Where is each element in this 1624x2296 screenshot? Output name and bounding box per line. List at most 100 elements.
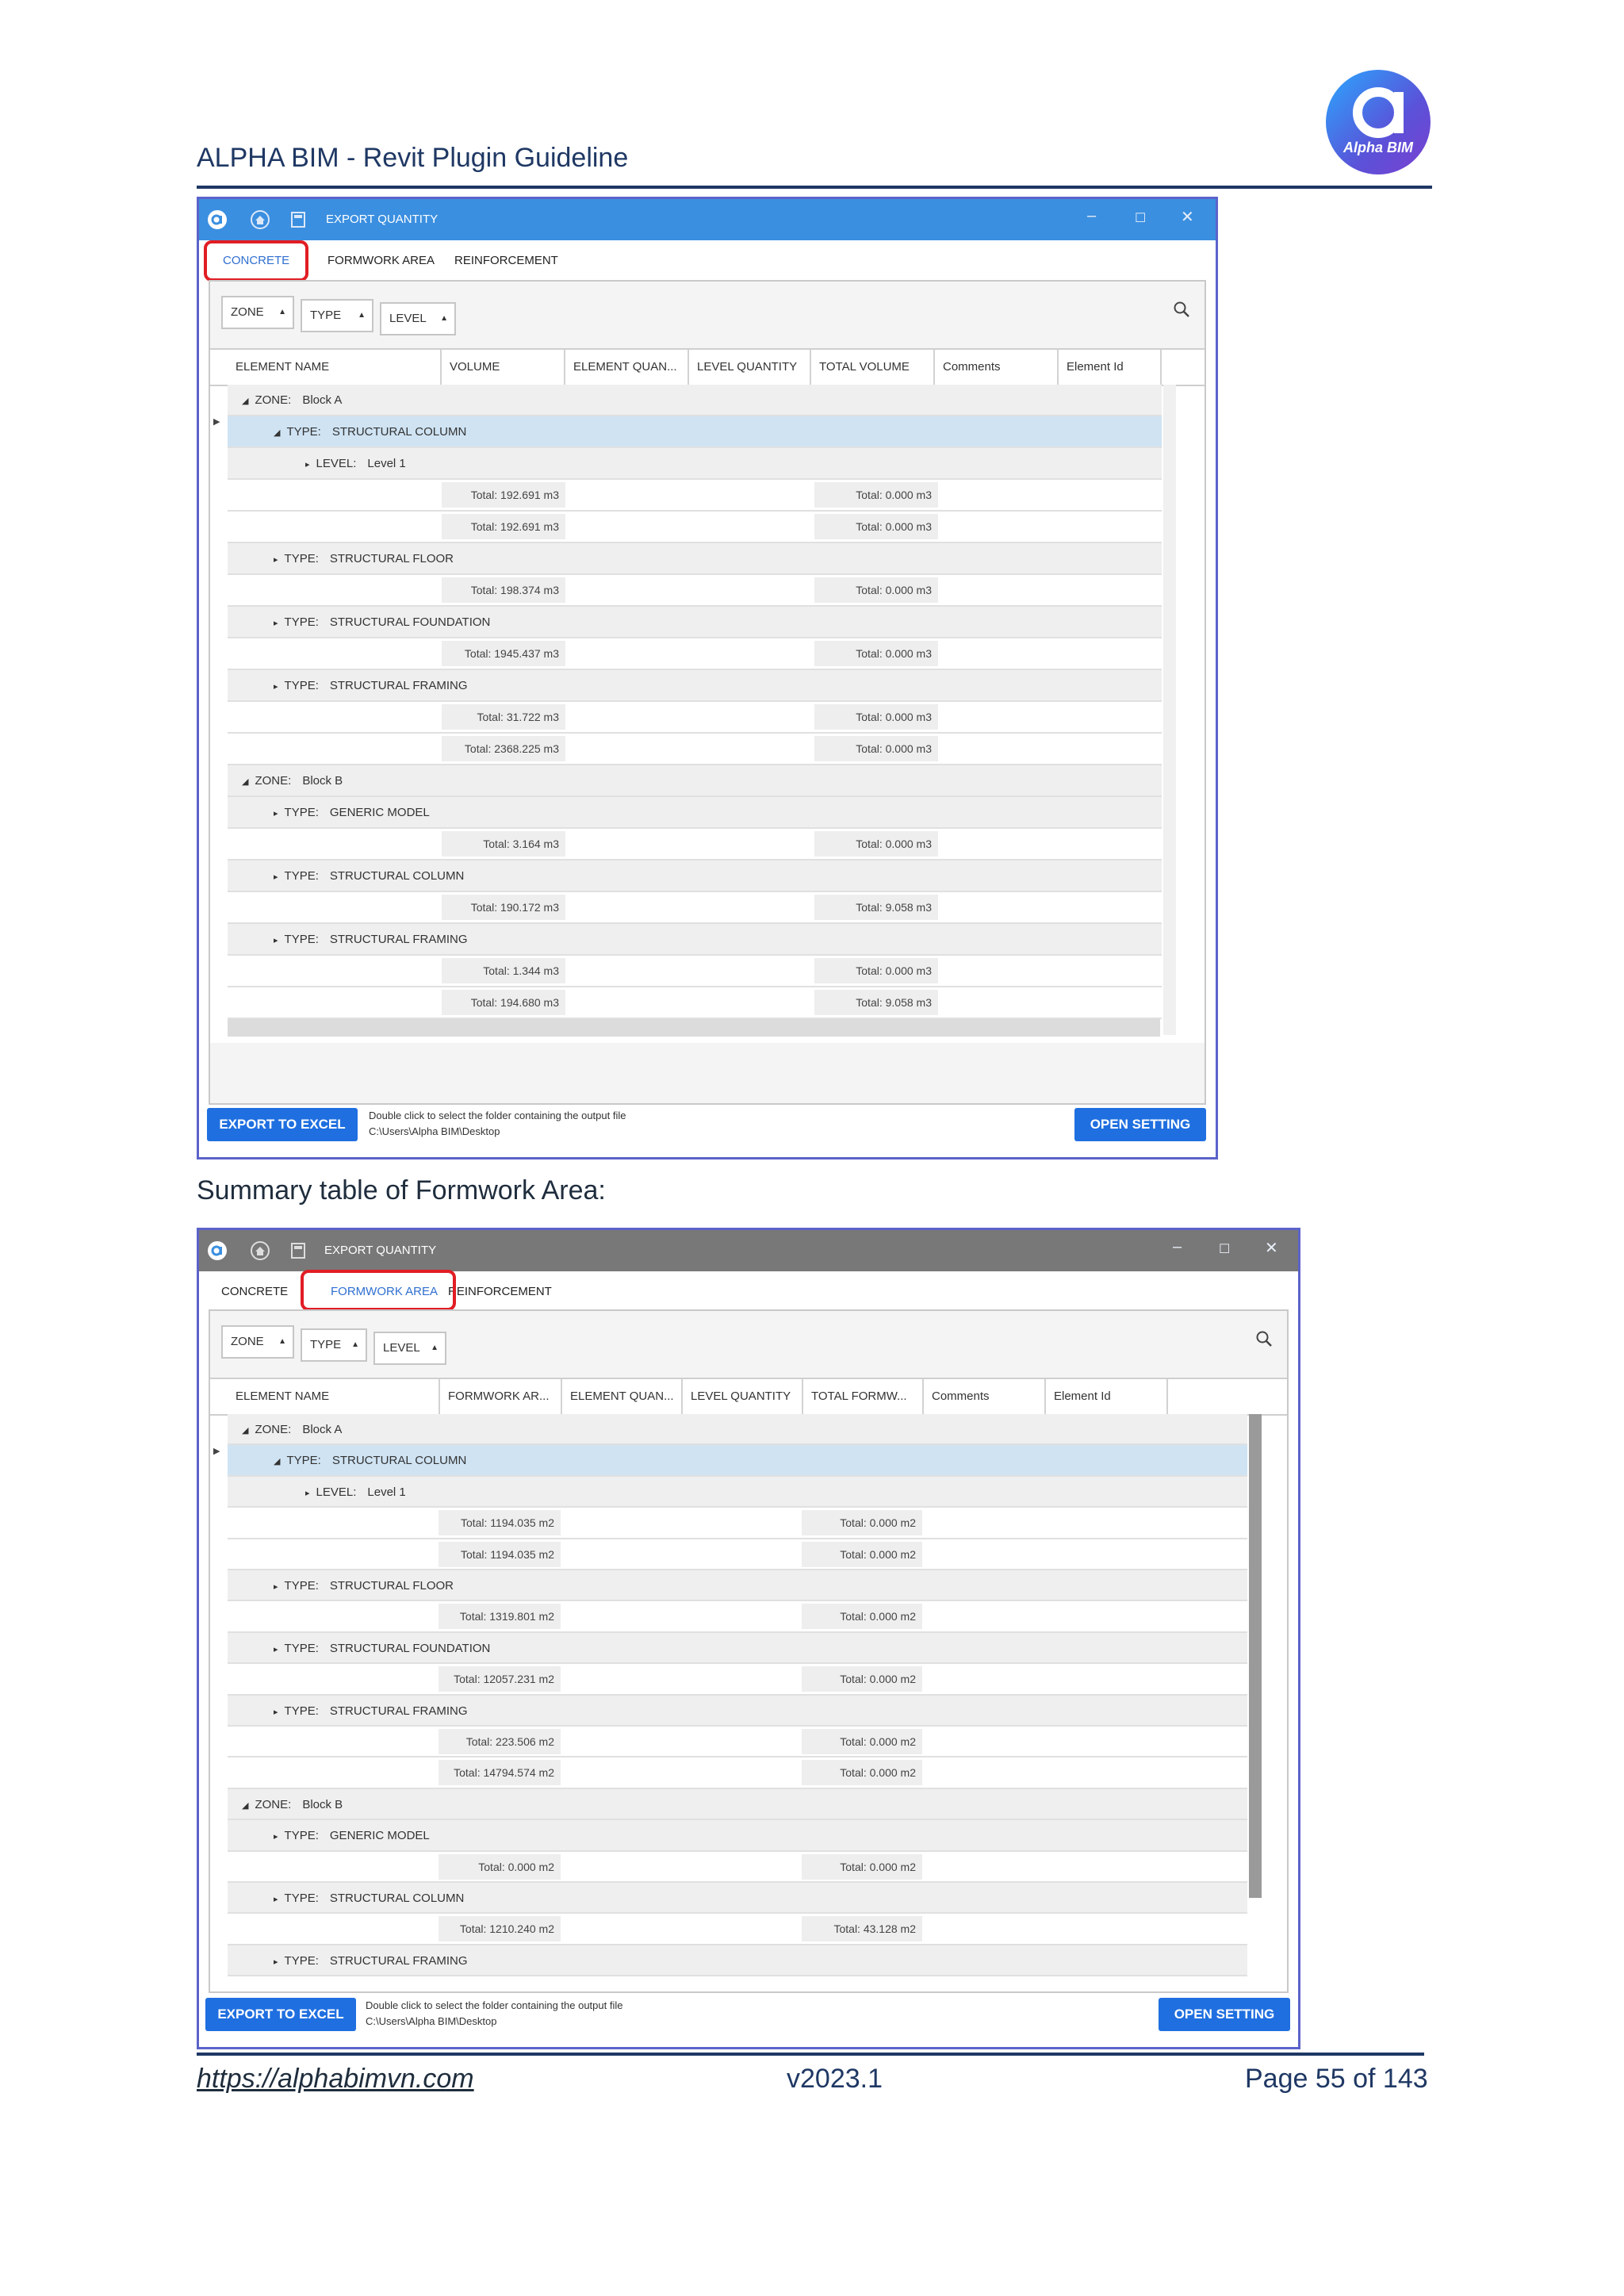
output-folder-hint[interactable]: Double click to select the folder contai…	[369, 1108, 626, 1140]
column-header[interactable]: TOTAL FORMW...	[803, 1379, 924, 1414]
expand-icon[interactable]: ▸	[274, 682, 278, 692]
column-header[interactable]: Comments	[935, 350, 1059, 385]
column-header[interactable]: ELEMENT QUAN...	[562, 1379, 683, 1414]
column-header[interactable]: Element Id	[1059, 350, 1162, 385]
expand-icon[interactable]: ▸	[274, 1957, 278, 1967]
total-row[interactable]: Total: 31.722 m3 Total: 0.000 m3	[228, 702, 1162, 734]
close-icon[interactable]: ✕	[1181, 207, 1194, 227]
type-group-row[interactable]: ▸ TYPE: STRUCTURAL COLUMN	[228, 861, 1162, 892]
expand-icon[interactable]: ▸	[274, 1708, 278, 1717]
total-row[interactable]: Total: 223.506 m2 Total: 0.000 m2	[228, 1727, 1247, 1758]
collapse-icon[interactable]: ◢	[242, 1426, 248, 1435]
total-row[interactable]: Total: 12057.231 m2 Total: 0.000 m2	[228, 1664, 1247, 1696]
expand-icon[interactable]: ▸	[305, 1489, 310, 1498]
type-group-row[interactable]: ▸ TYPE: STRUCTURAL FRAMING	[228, 924, 1162, 956]
total-row[interactable]: Total: 190.172 m3 Total: 9.058 m3	[228, 892, 1162, 924]
total-row[interactable]: Total: 192.691 m3 Total: 0.000 m3	[228, 480, 1162, 512]
calculator-icon[interactable]	[288, 1240, 308, 1261]
column-header[interactable]: TOTAL VOLUME	[811, 350, 935, 385]
tab-concrete[interactable]: CONCRETE	[209, 1276, 301, 1308]
type-group-row[interactable]: ◢ TYPE: STRUCTURAL COLUMN	[228, 416, 1162, 448]
total-row[interactable]: Total: 0.000 m2 Total: 0.000 m2	[228, 1851, 1247, 1883]
total-row[interactable]: Total: 194.680 m3 Total: 9.058 m3	[228, 987, 1162, 1019]
open-setting-button[interactable]: OPEN SETTING	[1074, 1108, 1206, 1141]
type-filter-button[interactable]: TYPE ▲	[301, 1328, 367, 1362]
total-row[interactable]: Total: 3.164 m3 Total: 0.000 m3	[228, 829, 1162, 861]
column-header[interactable]: Comments	[924, 1379, 1046, 1414]
level-group-row[interactable]: ▸ LEVEL: Level 1	[228, 1476, 1247, 1508]
export-to-excel-button[interactable]: EXPORT TO EXCEL	[205, 1998, 356, 2031]
type-group-row[interactable]: ▸ TYPE: STRUCTURAL FRAMING	[228, 1695, 1247, 1727]
zone-group-row[interactable]: ◢ ZONE: Block A	[228, 385, 1162, 416]
collapse-icon[interactable]: ◢	[242, 1801, 248, 1811]
type-group-row[interactable]: ▸ TYPE: STRUCTURAL FLOOR	[228, 543, 1162, 575]
expand-icon[interactable]: ▸	[274, 619, 278, 628]
total-row[interactable]: Total: 14794.574 m2 Total: 0.000 m2	[228, 1757, 1247, 1789]
type-group-row[interactable]: ▸ TYPE: STRUCTURAL FLOOR	[228, 1570, 1247, 1602]
tab-reinforcement[interactable]: REINFORCEMENT	[442, 245, 571, 277]
search-icon[interactable]	[1173, 301, 1190, 318]
column-header[interactable]: FORMWORK AR...	[440, 1379, 562, 1414]
total-row[interactable]: Total: 198.374 m3 Total: 0.000 m3	[228, 575, 1162, 607]
close-icon[interactable]: ✕	[1265, 1238, 1278, 1258]
column-header[interactable]: ELEMENT NAME	[228, 350, 442, 385]
total-row[interactable]: Total: 1194.035 m2 Total: 0.000 m2	[228, 1539, 1247, 1570]
zone-group-row[interactable]: ◢ ZONE: Block B	[228, 1788, 1247, 1821]
total-row[interactable]: Total: 1319.801 m2 Total: 0.000 m2	[228, 1601, 1247, 1633]
level-filter-button[interactable]: LEVEL ▲	[373, 1332, 446, 1365]
column-header[interactable]: VOLUME	[442, 350, 565, 385]
collapse-icon[interactable]: ◢	[274, 1457, 280, 1466]
expand-icon[interactable]: ▸	[274, 809, 278, 818]
expand-icon[interactable]: ▸	[274, 555, 278, 565]
type-group-row[interactable]: ▸ TYPE: STRUCTURAL FOUNDATION	[228, 1632, 1247, 1665]
column-header[interactable]: ELEMENT NAME	[228, 1379, 440, 1414]
maximize-icon[interactable]: ☐	[1135, 210, 1146, 226]
minimize-icon[interactable]: –	[1173, 1238, 1182, 1256]
home-icon[interactable]	[250, 1240, 270, 1261]
zone-filter-button[interactable]: ZONE ▲	[221, 296, 294, 329]
expand-icon[interactable]: ▸	[274, 1895, 278, 1904]
website-link[interactable]: https://alphabimvn.com	[197, 2064, 474, 2095]
total-row[interactable]: Total: 192.691 m3 Total: 0.000 m3	[228, 512, 1162, 543]
total-row[interactable]: Total: 1194.035 m2 Total: 0.000 m2	[228, 1508, 1247, 1539]
type-group-row[interactable]: ▸ TYPE: STRUCTURAL FOUNDATION	[228, 607, 1162, 638]
level-group-row[interactable]: ▸ LEVEL: Level 1	[228, 448, 1162, 480]
type-group-row[interactable]: ▸ TYPE: GENERIC MODEL	[228, 797, 1162, 829]
expand-icon[interactable]: ▸	[274, 1582, 278, 1592]
total-row[interactable]: Total: 1210.240 m2 Total: 43.128 m2	[228, 1914, 1247, 1945]
minimize-icon[interactable]: –	[1087, 207, 1096, 225]
vertical-scrollbar[interactable]	[1163, 385, 1176, 1035]
column-header[interactable]: Element Id	[1046, 1379, 1168, 1414]
column-header[interactable]: ELEMENT QUAN...	[565, 350, 689, 385]
level-filter-button[interactable]: LEVEL ▲	[380, 302, 456, 335]
type-group-row[interactable]: ▸ TYPE: STRUCTURAL COLUMN	[228, 1883, 1247, 1915]
zone-filter-button[interactable]: ZONE ▲	[221, 1325, 294, 1359]
type-group-row[interactable]: ▸ TYPE: STRUCTURAL FRAMING	[228, 1945, 1247, 1977]
output-folder-hint[interactable]: Double click to select the folder contai…	[366, 1998, 622, 2030]
type-group-row[interactable]: ▸ TYPE: GENERIC MODEL	[228, 1820, 1247, 1852]
total-row[interactable]: Total: 2368.225 m3 Total: 0.000 m3	[228, 734, 1162, 765]
expand-icon[interactable]: ▸	[305, 460, 310, 470]
type-group-row[interactable]: ◢ TYPE: STRUCTURAL COLUMN	[228, 1445, 1247, 1477]
expand-icon[interactable]: ▸	[274, 872, 278, 882]
maximize-icon[interactable]: ☐	[1219, 1241, 1230, 1257]
expand-icon[interactable]: ▸	[274, 1645, 278, 1654]
search-icon[interactable]	[1255, 1330, 1273, 1347]
zone-group-row[interactable]: ◢ ZONE: Block B	[228, 765, 1162, 797]
export-to-excel-button[interactable]: EXPORT TO EXCEL	[207, 1108, 358, 1141]
column-header[interactable]: LEVEL QUANTITY	[683, 1379, 803, 1414]
vertical-scrollbar[interactable]	[1249, 1414, 1262, 1898]
type-group-row[interactable]: ▸ TYPE: STRUCTURAL FRAMING	[228, 670, 1162, 702]
collapse-icon[interactable]: ◢	[242, 397, 248, 406]
column-header[interactable]: LEVEL QUANTITY	[689, 350, 811, 385]
horizontal-scrollbar[interactable]	[228, 1019, 1160, 1037]
expand-icon[interactable]: ▸	[274, 936, 278, 945]
total-row[interactable]: Total: 1.344 m3 Total: 0.000 m3	[228, 956, 1162, 987]
type-filter-button[interactable]: TYPE ▲	[301, 299, 373, 332]
collapse-icon[interactable]: ◢	[242, 777, 248, 787]
expand-icon[interactable]: ▸	[274, 1832, 278, 1842]
calculator-icon[interactable]	[288, 209, 308, 230]
collapse-icon[interactable]: ◢	[274, 428, 280, 438]
open-setting-button[interactable]: OPEN SETTING	[1159, 1998, 1290, 2031]
zone-group-row[interactable]: ◢ ZONE: Block A	[228, 1414, 1247, 1446]
